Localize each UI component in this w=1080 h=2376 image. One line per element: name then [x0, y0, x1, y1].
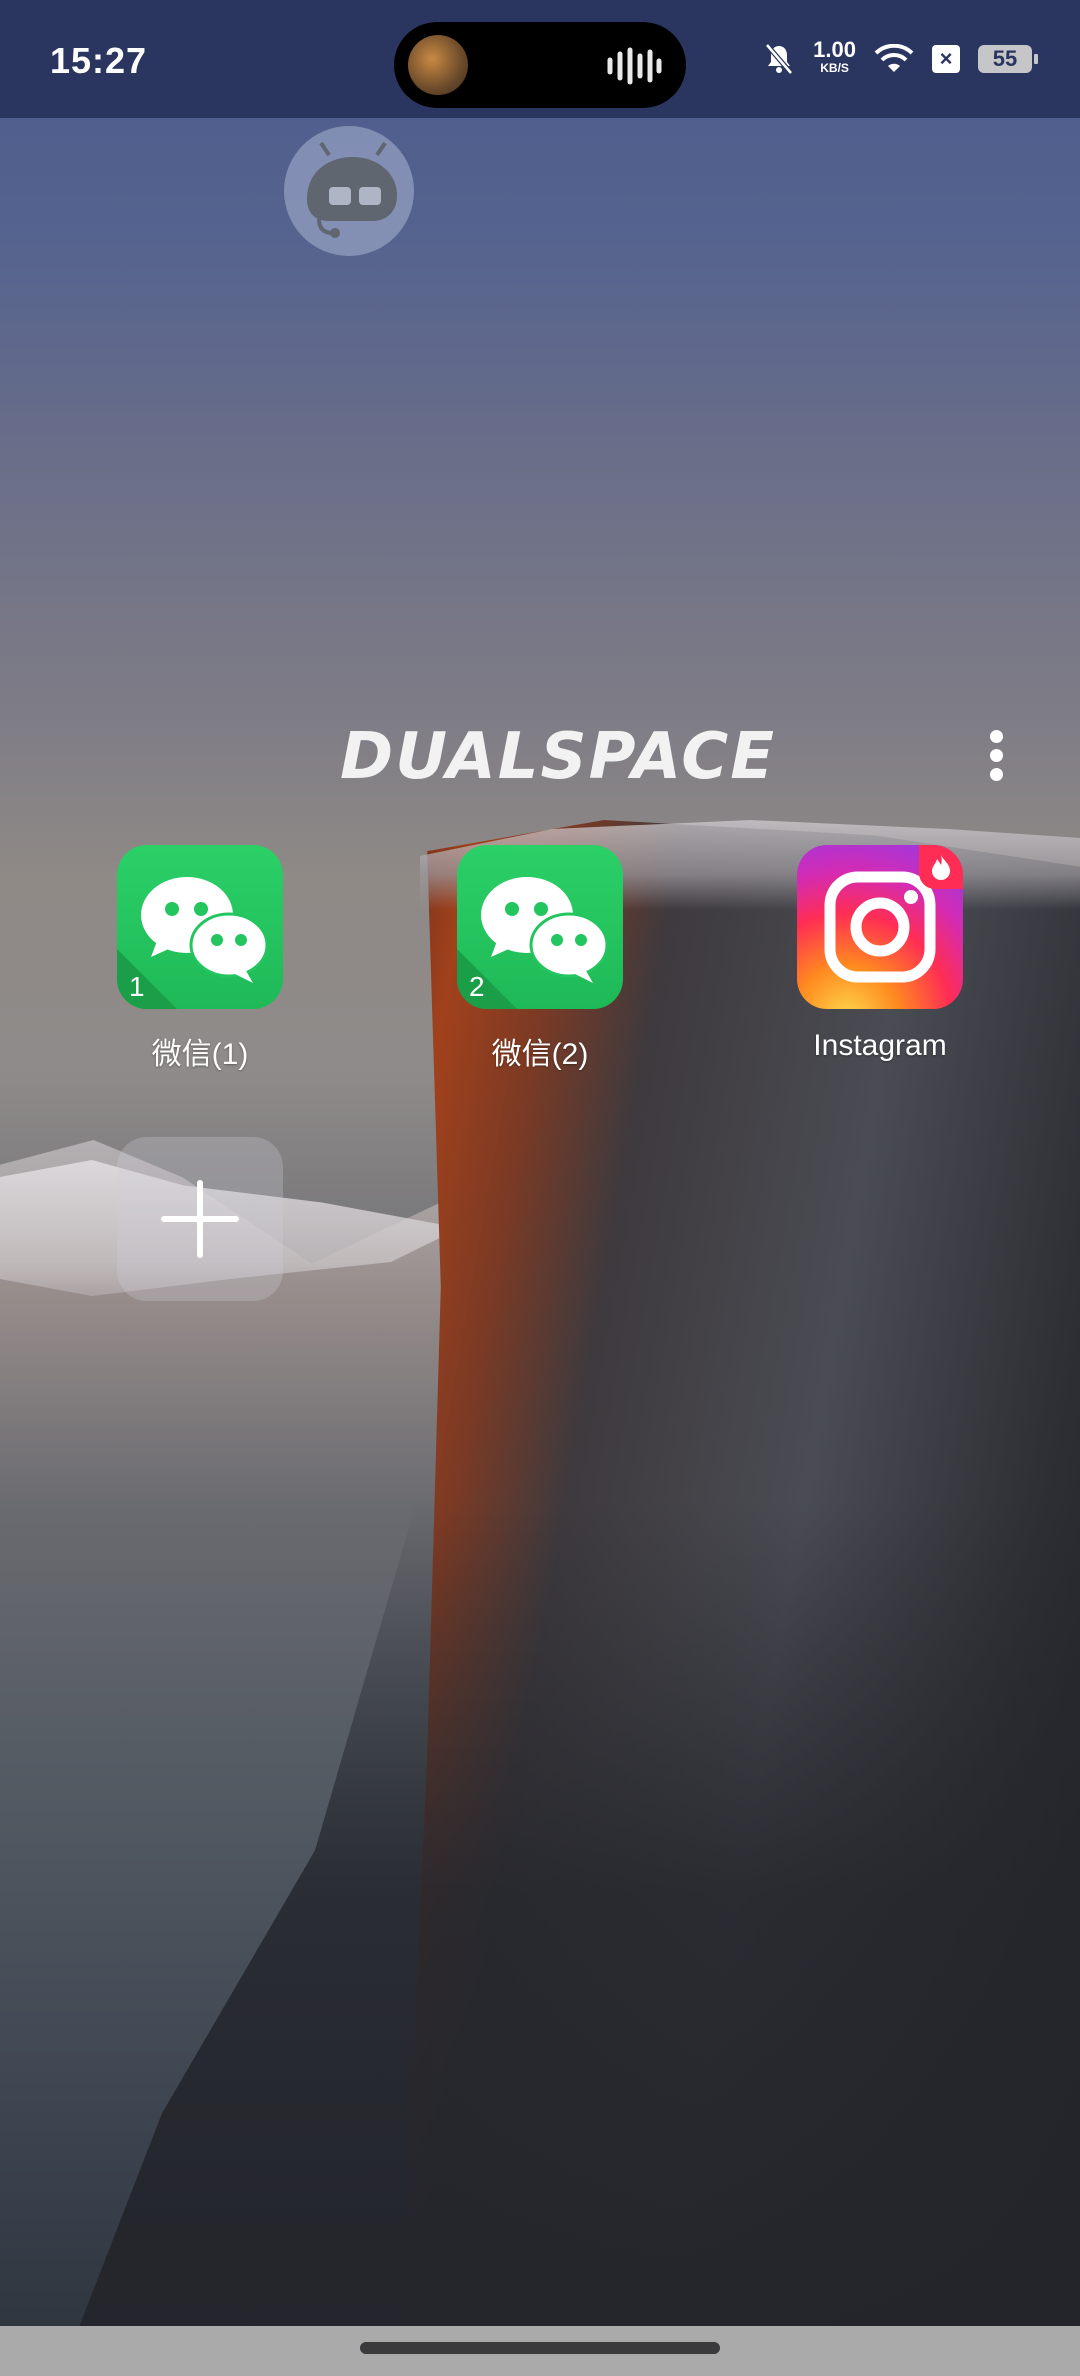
status-time: 15:27 [50, 40, 148, 81]
navigation-bar [0, 2326, 1080, 2376]
media-thumbnail[interactable] [408, 35, 468, 95]
instagram-icon[interactable] [797, 845, 963, 1009]
audio-wave-icon [607, 47, 662, 85]
add-app-button[interactable] [117, 1137, 283, 1301]
app-wechat-2[interactable]: 2 微信(2) [430, 845, 650, 1073]
battery-icon: 55 [978, 45, 1038, 73]
clone-badge: 1 [129, 971, 145, 1002]
fire-badge-icon [919, 845, 963, 889]
wechat-icon[interactable]: 1 [117, 845, 283, 1009]
clone-badge: 2 [469, 971, 485, 1002]
mute-bell-icon [765, 43, 794, 75]
robot-helmet-icon [307, 141, 397, 238]
home-gesture-handle[interactable] [360, 2342, 720, 2354]
wechat-icon[interactable]: 2 [457, 845, 623, 1009]
app-wechat-1[interactable]: 1 微信(1) [90, 845, 310, 1073]
app-label: 微信(1) [151, 1038, 249, 1071]
close-box-icon: × [932, 45, 960, 73]
status-icons: 1.00 KB/S × 55 [763, 34, 1038, 84]
app-logo: DUALSPACE [340, 720, 776, 794]
plus-icon [161, 1180, 239, 1258]
app-instagram[interactable]: Instagram [770, 845, 990, 1063]
app-label: Instagram [813, 1029, 947, 1062]
dynamic-island[interactable] [394, 22, 686, 108]
floating-robot-button[interactable] [284, 126, 414, 256]
status-bar: 15:27 1.00 KB/S × 55 [0, 0, 1080, 118]
more-vertical-icon[interactable] [978, 722, 1014, 788]
wifi-icon [874, 44, 914, 72]
net-speed: 1.00 KB/S [813, 37, 856, 76]
app-label: 微信(2) [491, 1038, 589, 1071]
